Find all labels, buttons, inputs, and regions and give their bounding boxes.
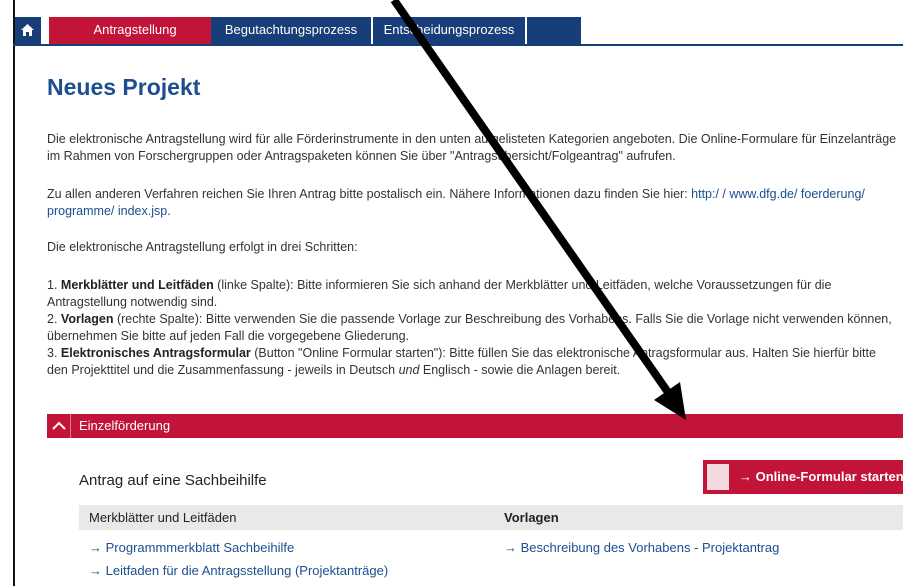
- chevron-up-icon: [52, 421, 66, 430]
- resources-table-header: Merkblätter und Leitfäden Vorlagen: [79, 505, 903, 530]
- button-accent: [707, 464, 729, 490]
- step-1: 1. Merkblätter und Leitfäden (linke Spal…: [47, 278, 832, 309]
- steps-list: 1. Merkblätter und Leitfäden (linke Spal…: [47, 277, 897, 379]
- project-title: Antrag auf eine Sachbeihilfe: [79, 472, 267, 489]
- step-2: 2. Vorlagen (rechte Spalte): Bitte verwe…: [47, 312, 892, 343]
- intro-paragraph-2-text: Zu allen anderen Verfahren reichen Sie I…: [47, 187, 692, 201]
- link-leitfaden[interactable]: → Leitfaden für die Antragsstellung (Pro…: [89, 563, 388, 578]
- online-formular-button[interactable]: → Online-Formular starten: [703, 460, 903, 494]
- intro-paragraph-1: Die elektronische Antragstellung wird fü…: [47, 132, 897, 163]
- section-label: Einzelförderung: [79, 418, 171, 433]
- button-divider: [729, 464, 731, 490]
- page-title: Neues Projekt: [47, 74, 201, 100]
- intro-paragraph-3: Die elektronische Antragstellung erfolgt…: [47, 240, 358, 254]
- section-toggle[interactable]: [47, 414, 71, 438]
- column-merkblaetter: Merkblätter und Leitfäden: [89, 510, 237, 525]
- top-navigation: Antragstellung Begutachtungsprozess Ents…: [13, 17, 903, 44]
- home-icon: [21, 24, 34, 36]
- intro-paragraph-2: Zu allen anderen Verfahren reichen Sie I…: [47, 186, 897, 220]
- online-formular-label: → Online-Formular starten: [739, 469, 903, 484]
- tab-extra[interactable]: [527, 17, 581, 44]
- step-3: 3. Elektronisches Antragsformular (Butto…: [47, 346, 876, 377]
- nav-underline: [13, 44, 903, 46]
- intro-paragraph-2-end: .: [167, 204, 171, 218]
- link-beschreibung-vorhaben[interactable]: → Beschreibung des Vorhabens - Projektan…: [504, 540, 779, 555]
- tab-antragstellung[interactable]: Antragstellung: [49, 17, 221, 44]
- home-button[interactable]: [15, 17, 41, 44]
- tab-entscheidungsprozess[interactable]: Entscheidungsprozess: [373, 17, 525, 44]
- tab-begutachtungsprozess[interactable]: Begutachtungsprozess: [211, 17, 371, 44]
- column-vorlagen: Vorlagen: [504, 510, 559, 525]
- link-programmmerkblatt[interactable]: → Programmmerkblatt Sachbeihilfe: [89, 540, 294, 555]
- section-header-einzelfoerderung[interactable]: Einzelförderung: [47, 414, 903, 438]
